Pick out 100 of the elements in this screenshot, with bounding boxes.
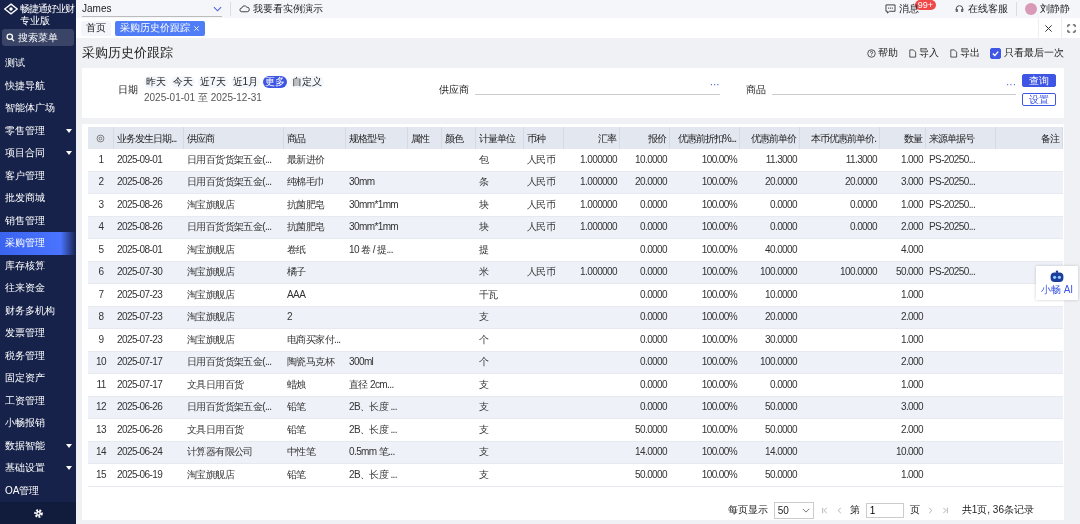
column-header[interactable]: 业务发生日期... [117,132,177,144]
table-cell: 50.0000 [765,402,797,413]
table-cell: 1.000 [900,154,923,165]
input-field[interactable]: ··· [771,74,1016,95]
table-cell: 中性笔 [287,447,316,458]
sidebar-item[interactable]: 财务多机构 [0,299,76,322]
page-input[interactable]: 1 [865,502,904,518]
sidebar-item[interactable]: 小畅报销 [0,412,76,435]
date-chip[interactable]: 近7天 [198,76,228,88]
table-cell: 100.00% [701,177,737,188]
sidebar-item[interactable]: 项目合同 [0,142,76,165]
table-cell: 11.3000 [845,154,877,165]
demo-link[interactable]: 我要看实例演示 [239,2,323,16]
sidebar-item[interactable]: 测试 [0,52,76,75]
date-chip[interactable]: 自定义 [290,76,325,88]
sidebar-item[interactable]: 批发商城 [0,187,76,210]
column-header[interactable]: 优惠前折扣%... [677,132,736,144]
column-header[interactable]: 规格型号 [349,132,385,144]
sidebar-item[interactable]: 固定资产 [0,367,76,390]
sidebar-item[interactable]: 税务管理 [0,344,76,367]
column-header[interactable]: 币种 [527,132,545,144]
customer-service-button[interactable]: 在线客服 [954,2,1008,16]
table-cell: 300ml [349,357,374,368]
per-page-select[interactable]: 50 [773,501,814,519]
column-header[interactable]: 属性 [411,132,429,144]
column-header[interactable]: 数量 [904,132,922,144]
column-header[interactable]: 计量单位 [479,132,515,144]
column-header[interactable]: 商品 [287,132,305,144]
sidebar-item[interactable]: 销售管理 [0,209,76,232]
column-header[interactable]: 优惠前单价 [751,132,796,144]
table-cell: 电商买家付... [287,334,341,345]
column-header[interactable]: 来源单据号 [929,132,974,144]
column-header[interactable]: 供应商 [187,132,214,144]
robot-icon [1049,269,1065,283]
help-icon [867,48,876,58]
table-cell: 11.3000 [765,154,797,165]
last-only-checkbox[interactable]: 只看最后一次 [990,46,1064,60]
table-cell: 铅笔 [287,402,306,413]
table-cell: 20.0000 [765,312,797,323]
search-menu-button[interactable]: 搜索菜单 [2,29,74,46]
column-header[interactable]: 备注 [1041,132,1059,144]
first-page-icon[interactable] [819,505,829,515]
table-cell: AAA [287,289,306,300]
table-cell: 0.0000 [770,199,797,210]
sidebar-item[interactable]: 智能体广场 [0,97,76,120]
page-tab[interactable]: 首页 [81,20,111,36]
sidebar-item[interactable]: 发票管理 [0,322,76,345]
date-chip[interactable]: 近1月 [230,76,261,88]
chat-icon [884,4,896,14]
fullscreen-icon[interactable] [1066,23,1076,33]
last-page-icon[interactable] [940,505,950,515]
sidebar-item[interactable]: 采购管理 [0,232,76,255]
table-cell: 支 [479,469,489,480]
table-cell: 0.0000 [640,199,667,210]
sidebar-item[interactable]: 快捷导航 [0,74,76,97]
account-select[interactable]: James [82,1,222,17]
table-cell: 文具日用百货 [187,379,244,390]
column-header[interactable]: 颜色 [445,132,463,144]
toolbar-button[interactable]: 导入 [908,46,939,60]
date-chip[interactable]: 更多 [263,76,288,88]
table-cell: 淘宝旗舰店 [187,469,234,480]
table-cell: 日用百货货架五金(... [187,177,272,188]
table-cell: 14 [96,447,106,458]
sidebar-item[interactable]: 基础设置 [0,457,76,480]
table-cell: 100.00% [701,222,737,233]
document-icon [908,48,917,58]
user-menu[interactable]: 刘静静 [1025,2,1070,16]
column-header[interactable]: 本币优惠前单价. [811,132,876,144]
table-cell: 20.0000 [845,177,877,188]
column-header[interactable]: 报价 [648,132,666,144]
sidebar-item[interactable]: OA管理 [0,479,76,502]
toolbar-button[interactable]: 导出 [949,46,980,60]
page-prefix: 第 [849,503,860,517]
table-cell: 支 [479,402,489,413]
table-cell: 7 [98,289,104,300]
table-cell: 1.000000 [580,222,617,233]
toolbar-button[interactable]: 帮助 [867,46,898,60]
table-cell: 0.0000 [640,222,667,233]
sidebar-item[interactable]: 客户管理 [0,164,76,187]
assistant-button[interactable]: 小畅 AI [1036,266,1078,300]
table-cell: 米 [479,267,489,278]
table-cell: 2B、长度 ... [349,402,397,413]
query-button[interactable]: 查询 [1022,74,1056,87]
table-cell: 卷纸 [287,244,306,255]
input-field[interactable]: ··· [475,74,720,95]
date-chip[interactable]: 今天 [171,76,195,88]
sidebar-item[interactable]: 零售管理 [0,119,76,142]
sidebar-item[interactable]: 工资管理 [0,389,76,412]
table-cell: 30mm [349,177,375,188]
sidebar-item[interactable]: 数据智能 [0,434,76,457]
table-cell: 2.000 [900,222,923,233]
date-chip[interactable]: 昨天 [144,76,168,88]
table-cell: 2025-09-01 [117,154,163,165]
column-header[interactable]: 汇率 [598,132,616,144]
page-tab[interactable]: 采购历史价跟踪 [115,20,205,36]
search-icon [6,33,15,42]
close-icon[interactable] [1043,23,1053,33]
sidebar-item[interactable]: 往来资金 [0,277,76,300]
sidebar-item[interactable]: 库存核算 [0,254,76,277]
settings-button[interactable]: 设置 [1022,93,1056,106]
